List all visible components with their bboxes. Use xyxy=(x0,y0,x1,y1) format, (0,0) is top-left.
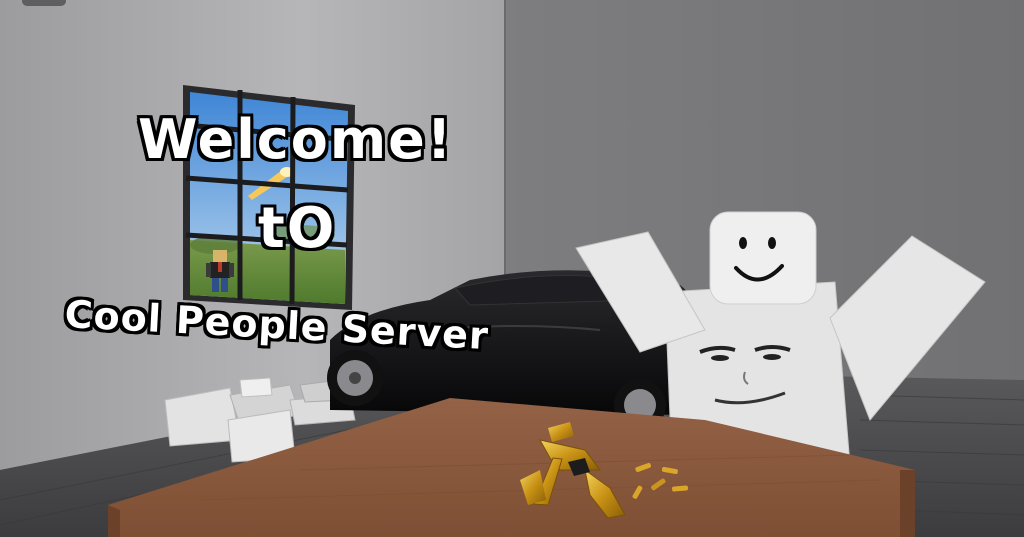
menu-button[interactable] xyxy=(22,0,66,6)
avatar-head xyxy=(709,211,817,305)
welcome-caption: Welcome! xyxy=(138,108,454,171)
game-scene xyxy=(0,0,1024,537)
to-caption: tO xyxy=(258,196,337,261)
